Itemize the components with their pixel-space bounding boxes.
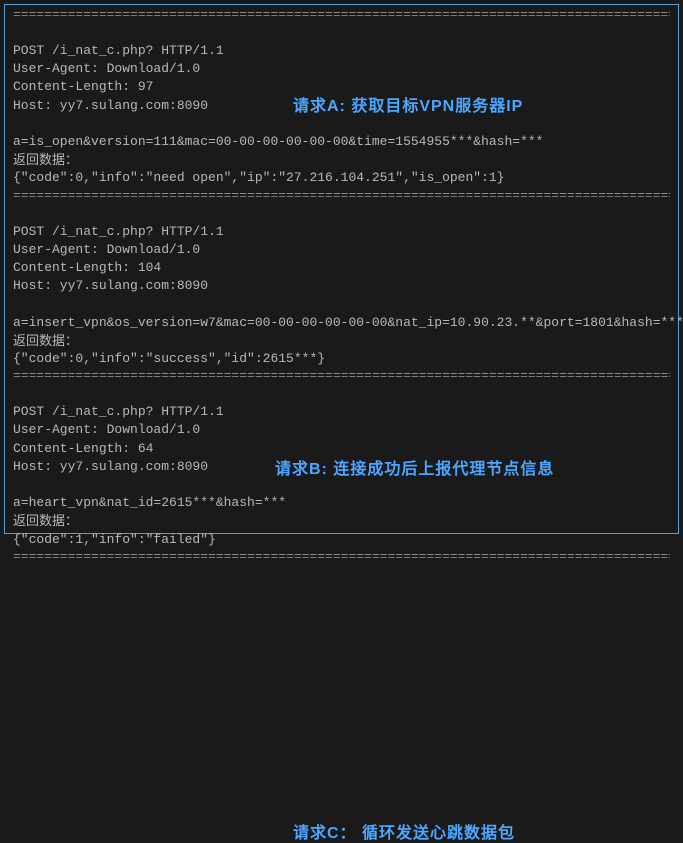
body-c: a=heart_vpn&nat_id=2615***&hash=*** xyxy=(13,494,670,512)
divider-bc: ========================================… xyxy=(13,368,670,385)
annotation-c: 请求C： 循环发送心跳数据包 xyxy=(293,819,515,843)
body-a: a=is_open&version=111&mac=00-00-00-00-00… xyxy=(13,133,670,151)
body-b: a=insert_vpn&os_version=w7&mac=00-00-00-… xyxy=(13,314,670,332)
divider-ab: ========================================… xyxy=(13,188,670,205)
blank-line xyxy=(13,295,670,313)
blank-line xyxy=(13,24,670,42)
request-section-a: 请求A: 获取目标VPN服务器IP POST /i_nat_c.php? HTT… xyxy=(13,42,670,188)
request-line-a: POST /i_nat_c.php? HTTP/1.1 xyxy=(13,42,670,60)
response-label-b: 返回数据： xyxy=(13,332,670,350)
blank-line xyxy=(13,476,670,494)
divider-top: ========================================… xyxy=(13,7,670,24)
response-b: {"code":0,"info":"success","id":2615***} xyxy=(13,350,670,368)
content-length-b: Content-Length: 104 xyxy=(13,259,670,277)
request-section-b: 请求B: 连接成功后上报代理节点信息 POST /i_nat_c.php? HT… xyxy=(13,223,670,369)
divider-bottom: ========================================… xyxy=(13,549,670,566)
request-line-b: POST /i_nat_c.php? HTTP/1.1 xyxy=(13,223,670,241)
content-length-c: Content-Length: 64 xyxy=(13,440,670,458)
terminal-panel: ========================================… xyxy=(4,4,679,534)
host-c: Host: yy7.sulang.com:8090 xyxy=(13,458,670,476)
annotation-a: 请求A: 获取目标VPN服务器IP xyxy=(293,92,523,116)
response-c: {"code":1,"info":"failed"} xyxy=(13,531,670,549)
blank-line xyxy=(13,115,670,133)
request-section-c: 请求C： 循环发送心跳数据包 POST /i_nat_c.php? HTTP/1… xyxy=(13,403,670,549)
host-b: Host: yy7.sulang.com:8090 xyxy=(13,277,670,295)
blank-line xyxy=(13,204,670,222)
response-a: {"code":0,"info":"need open","ip":"27.21… xyxy=(13,169,670,187)
response-label-a: 返回数据： xyxy=(13,151,670,169)
response-label-c: 返回数据： xyxy=(13,512,670,530)
user-agent-b: User-Agent: Download/1.0 xyxy=(13,241,670,259)
user-agent-c: User-Agent: Download/1.0 xyxy=(13,421,670,439)
blank-line xyxy=(13,385,670,403)
user-agent-a: User-Agent: Download/1.0 xyxy=(13,60,670,78)
request-line-c: POST /i_nat_c.php? HTTP/1.1 xyxy=(13,403,670,421)
